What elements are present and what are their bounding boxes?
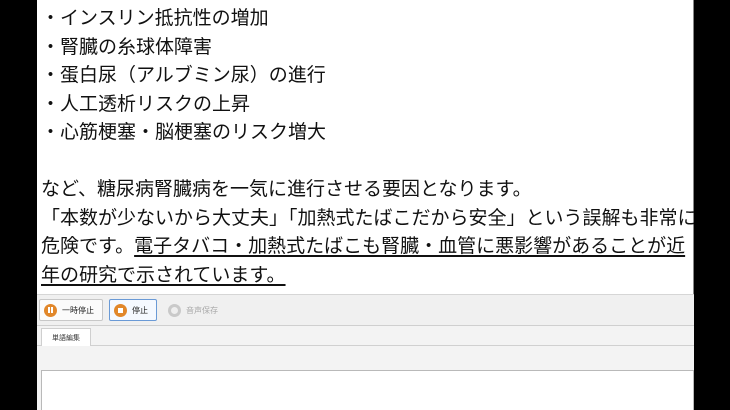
pause-button-label: 一時停止 (62, 305, 94, 315)
pause-icon (44, 303, 57, 317)
word-edit-panel (37, 346, 694, 410)
tab-word-edit-label: 単語編集 (52, 333, 80, 342)
save-audio-button[interactable]: 音声保存 (163, 299, 227, 321)
underlined-text: 年の研究で示されています。 (41, 263, 286, 286)
document-text-area[interactable]: ・インスリン抵抗性の増加 ・腎臓の糸球体障害 ・蛋白尿（アルブミン尿）の進行 ・… (37, 0, 694, 294)
bullet-item: ・腎臓の糸球体障害 (41, 35, 213, 58)
tab-bar: 単語編集 (37, 326, 694, 346)
underlined-text: 電子タバコ・加熱式たばこも腎臓・血管に悪影響があることが近 (134, 235, 686, 257)
pause-button[interactable]: 一時停止 (39, 299, 103, 321)
bullet-item: ・人工透析リスクの上昇 (41, 92, 251, 115)
bullet-item: ・インスリン抵抗性の増加 (41, 7, 269, 29)
bullet-item: ・心筋梗塞・脳梗塞のリスク増大 (41, 121, 327, 143)
stop-button-label: 停止 (132, 305, 148, 315)
stop-icon (114, 303, 127, 317)
save-audio-button-label: 音声保存 (186, 305, 218, 315)
paragraph-text: 危険です。 (41, 235, 135, 257)
paragraph-line: 年の研究で示されています。 (41, 261, 693, 290)
save-audio-icon (168, 303, 181, 317)
app-window: ・インスリン抵抗性の増加 ・腎臓の糸球体障害 ・蛋白尿（アルブミン尿）の進行 ・… (37, 0, 694, 410)
word-edit-editor[interactable] (41, 370, 694, 410)
tab-word-edit[interactable]: 単語編集 (41, 328, 91, 346)
paragraph-line: 「本数が少ないから大丈夫」「加熱式たばこだから安全」という誤解も非常に (41, 206, 694, 229)
stop-button[interactable]: 停止 (109, 299, 157, 321)
playback-toolbar: 一時停止 停止 音声保存 (37, 294, 694, 326)
bullet-item: ・蛋白尿（アルブミン尿）の進行 (41, 64, 326, 86)
paragraph-line: 危険です。電子タバコ・加熱式たばこも腎臓・血管に悪影響があることが近 (41, 232, 693, 261)
paragraph-line: など、糖尿病腎臓病を一気に進行させる要因となります。 (41, 178, 532, 200)
